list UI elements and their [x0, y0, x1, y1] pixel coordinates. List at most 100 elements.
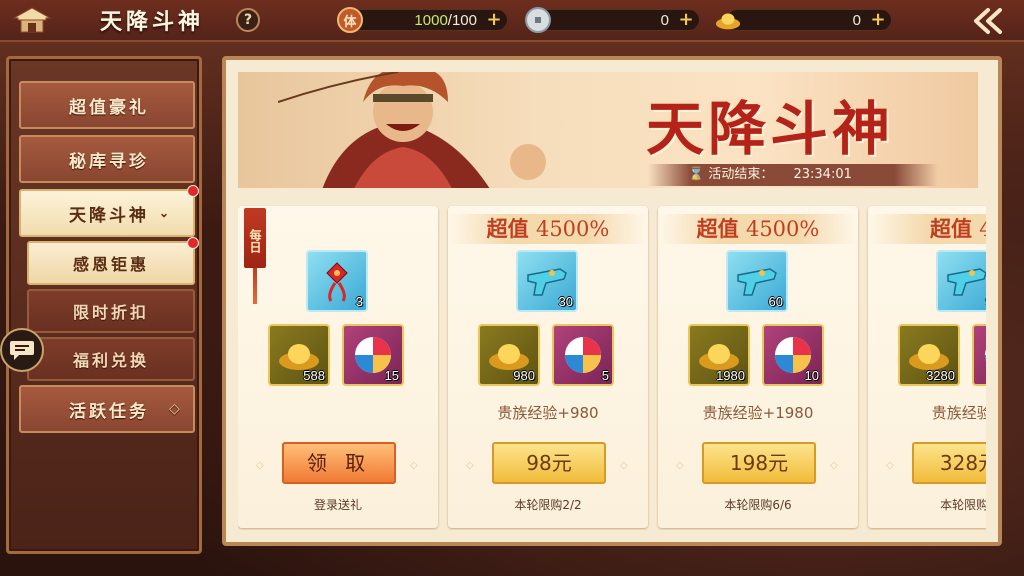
water-gun-icon	[947, 268, 986, 296]
menu-item-descending-god[interactable]: 天降斗神 ⌄	[19, 185, 199, 237]
noble-exp-text: 贵族经验+	[931, 404, 986, 422]
gold-value: 0	[852, 12, 861, 29]
gold-resource: 0 +	[715, 9, 892, 31]
back-arrow-icon	[974, 8, 1002, 34]
countdown-label: 活动结束：	[708, 167, 774, 182]
menu-item-label: 感恩钜惠	[73, 255, 150, 274]
main-panel: 天降斗神 ⌛ 活动结束： 23:34:01 每日 3 588 15 ◇ 领 取 …	[222, 56, 1002, 546]
card-header-label: 超值	[696, 216, 739, 241]
button-deco-right: ◇	[620, 460, 628, 471]
notification-dot	[187, 237, 199, 249]
event-countdown: ⌛ 活动结束： 23:34:01	[648, 164, 938, 186]
button-deco-right: ◇	[830, 460, 838, 471]
offer-card-980: 超值 4500% 30 980 5 贵族经验+980 ◇ 98元 ◇ 本轮限购2…	[448, 206, 648, 528]
menu-item-label: 福利兑换	[73, 351, 150, 370]
gold-ingot-currency-icon	[715, 7, 741, 33]
card-header-label: 超值	[929, 216, 972, 241]
reward-count: 60	[768, 294, 783, 309]
menu-item-secret-vault[interactable]: 秘库寻珍	[19, 135, 195, 183]
chevron-down-icon: ⌄	[159, 206, 173, 220]
stamina-max: /100	[447, 12, 477, 29]
event-banner: 天降斗神 ⌛ 活动结束： 23:34:01	[238, 72, 978, 188]
submenu-item-welfare-exchange[interactable]: 福利兑换	[27, 337, 195, 381]
stamina-current: 1000	[414, 12, 448, 29]
buy-button-198[interactable]: 198元	[702, 442, 816, 484]
chat-button[interactable]	[0, 328, 44, 372]
reward-count: 10	[804, 368, 819, 383]
menu-item-label: 超值豪礼	[69, 97, 149, 118]
stamina-icon-label: 体	[343, 14, 357, 30]
top-bar: 天降斗神 ? 体 1000/100 + 0 + 0 +	[0, 0, 1024, 42]
reward-slot[interactable]: 3280	[898, 324, 960, 386]
reward-slot[interactable]: 30	[516, 250, 578, 312]
offer-card-1980: 超值 4500% 60 1980 10 贵族经验+1980 ◇ 198元 ◇ 本…	[658, 206, 858, 528]
card-header: 超值 4500%	[448, 214, 648, 244]
card-header-percent: 40	[979, 217, 986, 241]
gold-add-button[interactable]: +	[869, 11, 887, 30]
submenu-item-gratitude-offer[interactable]: 感恩钜惠	[27, 237, 199, 285]
purchase-limit-text: 本轮限购1	[940, 498, 986, 512]
back-button[interactable]	[956, 4, 1016, 38]
stamina-add-button[interactable]: +	[485, 11, 503, 30]
card-header: 超值 40	[868, 214, 986, 244]
purchase-limit-text: 本轮限购6/6	[724, 498, 792, 512]
menu-item-label: 秘库寻珍	[69, 151, 149, 172]
button-deco-left: ◇	[886, 460, 894, 471]
beach-ball-icon	[985, 349, 986, 361]
menu-item-label: 限时折扣	[73, 303, 150, 322]
reward-slot[interactable]: 588	[268, 324, 330, 386]
silver-add-button[interactable]: +	[677, 11, 695, 30]
notification-dot	[187, 185, 199, 197]
stamina-icon: 体	[337, 7, 363, 33]
claim-button[interactable]: 领 取	[282, 442, 396, 484]
submenu-item-limited-discount[interactable]: 限时折扣	[27, 289, 195, 333]
stamina-value: 1000/100	[414, 12, 477, 29]
card-header-label: 超值	[486, 216, 529, 241]
side-menu: 超值豪礼 秘库寻珍 天降斗神 ⌄ 感恩钜惠 限时折扣 福利兑换 活跃任务 ◇	[6, 56, 202, 554]
offer-cards-strip: 每日 3 588 15 ◇ 领 取 ◇ 登录送礼 超值 4500% 30 980…	[238, 200, 986, 530]
offer-card-daily: 每日 3 588 15 ◇ 领 取 ◇ 登录送礼	[238, 206, 438, 528]
reward-count: 30	[558, 294, 573, 309]
countdown-time: 23:34:01	[793, 167, 852, 182]
reward-slot[interactable]: 1980	[688, 324, 750, 386]
reward-count: 980	[513, 368, 535, 383]
home-pavilion-icon	[12, 7, 52, 33]
reward-count: 3	[355, 294, 363, 309]
reward-count: 3280	[926, 368, 955, 383]
reward-slot[interactable]: 9	[936, 250, 986, 312]
offer-card-3280: 超值 40 9 3280	[868, 206, 986, 528]
menu-item-super-gift[interactable]: 超值豪礼	[19, 81, 195, 129]
red-knot-charm-icon	[326, 262, 348, 302]
reward-slot[interactable]: 5	[552, 324, 614, 386]
card-header: 超值 4500%	[658, 214, 858, 244]
buy-button-328[interactable]: 328元	[912, 442, 986, 484]
menu-item-active-tasks[interactable]: 活跃任务 ◇	[19, 385, 195, 433]
chat-bubble-icon	[10, 341, 34, 360]
card-footer: 登录送礼	[313, 498, 362, 512]
reward-slot[interactable]: 3	[306, 250, 368, 312]
button-deco-left: ◇	[676, 460, 684, 471]
diamond-icon: ◇	[169, 401, 183, 417]
silver-value: 0	[660, 12, 669, 29]
warrior-hero-art	[278, 72, 546, 188]
help-button[interactable]: ?	[236, 8, 260, 32]
reward-slot[interactable]	[972, 324, 986, 386]
daily-tag: 每日	[244, 208, 266, 268]
banner-title: 天降斗神	[646, 95, 895, 163]
reward-slot[interactable]: 10	[762, 324, 824, 386]
daily-tag-tassel	[253, 268, 257, 304]
noble-exp-text: 贵族经验+980	[497, 404, 599, 422]
reward-slot[interactable]: 60	[726, 250, 788, 312]
reward-slot[interactable]: 15	[342, 324, 404, 386]
reward-slot[interactable]: 980	[478, 324, 540, 386]
buy-button-98[interactable]: 98元	[492, 442, 606, 484]
menu-item-label: 天降斗神	[69, 205, 149, 226]
reward-count: 5	[601, 368, 609, 383]
beach-ball-icon	[565, 337, 601, 373]
reward-count: 15	[384, 368, 399, 383]
button-deco-left: ◇	[466, 460, 474, 471]
reward-count: 1980	[716, 368, 745, 383]
home-button[interactable]	[8, 4, 56, 38]
purchase-limit-text: 本轮限购2/2	[514, 498, 582, 512]
button-deco-right: ◇	[410, 460, 418, 471]
